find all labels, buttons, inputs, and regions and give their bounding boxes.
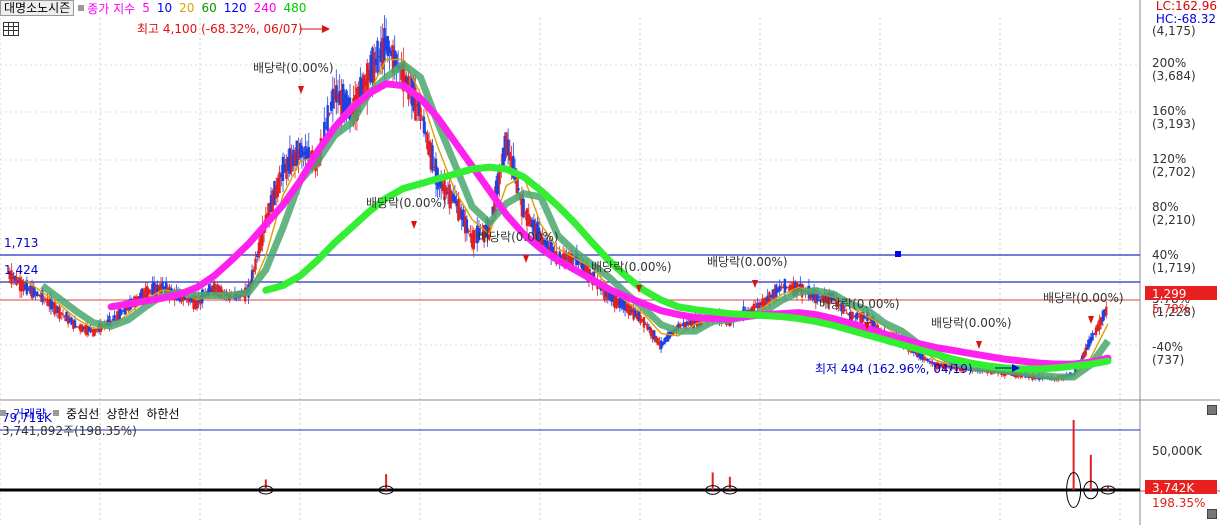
candle-body — [778, 285, 781, 292]
axis-price-label: (2,210) — [1152, 213, 1196, 227]
axis-pct-label: 40% — [1152, 248, 1179, 262]
candle-body — [845, 312, 848, 314]
candle-body — [472, 230, 475, 250]
high-annotation: 최고 4,100 (-68.32%, 06/07) — [137, 22, 303, 36]
candle-body — [60, 312, 63, 314]
hc-label: HC:-68.32 — [1155, 12, 1217, 26]
ma-period-5[interactable]: 5 — [142, 1, 150, 15]
candle-body — [422, 116, 426, 134]
ma-period-120[interactable]: 120 — [224, 1, 247, 15]
candle-body — [498, 171, 501, 185]
lc-hc-box: LC:162.96 HC:-68.32 — [1156, 0, 1217, 26]
axis-pct-label: 160% — [1152, 104, 1186, 118]
ma-period-60[interactable]: 60 — [201, 1, 216, 15]
moving-average-lines — [24, 58, 1112, 381]
legend-square-icon — [53, 410, 60, 416]
chart-toolbar: 대명소노시즌 종가 지수 5 10 20 60 120 240 480 — [0, 0, 313, 16]
upper-line-label[interactable]: 상한선 — [106, 405, 139, 422]
dividend-label: 배당락(0.00%) — [707, 255, 788, 269]
candle-body — [326, 105, 329, 132]
candle-body — [517, 188, 520, 191]
annotations: 1,713 1,424 최고 4,100 (-68.32%, 06/07) 최저 49… — [2, 22, 1124, 438]
ma-period-240[interactable]: 240 — [254, 1, 277, 15]
candle-body — [120, 310, 123, 315]
grid-icon[interactable] — [3, 22, 19, 36]
dividend-label: 배당락(0.00%) — [478, 230, 559, 244]
axis-price-label: (1,719) — [1152, 261, 1196, 275]
candle-body — [419, 107, 422, 121]
high-arrowhead — [322, 25, 330, 33]
axis-price-label: (4,175) — [1152, 24, 1196, 38]
dividend-marker — [523, 255, 529, 263]
candle-body — [522, 198, 525, 218]
axis-pct-label: 120% — [1152, 152, 1186, 166]
axis-price-label: (3,193) — [1152, 117, 1196, 131]
candle-body — [254, 258, 257, 270]
volume-header: 거래량 중심선 상한선 하한선 — [0, 405, 187, 422]
dividend-label: 배당락(0.00%) — [253, 61, 334, 75]
axis-pct-label: 80% — [1152, 200, 1179, 214]
dividend-label: 배당락(0.00%) — [1043, 291, 1124, 305]
dividend-marker — [411, 221, 417, 229]
axis-pct-label: 200% — [1152, 56, 1186, 70]
candle-body — [926, 358, 929, 362]
volume-label[interactable]: 거래량 — [13, 405, 46, 422]
price-axis: (4,175) 200%(3,684) 160%(3,193) 120%(2,702)… — [1145, 24, 1217, 510]
low-annotation: 최저 494 (162.96%, 04/19) — [815, 362, 973, 376]
legend-square-icon — [78, 4, 85, 11]
candle-body — [783, 278, 787, 294]
candle-body — [42, 298, 46, 300]
ma-period-20[interactable]: 20 — [179, 1, 194, 15]
ma-period-list: 5 10 20 60 120 240 480 — [142, 1, 313, 15]
left-label-lower: 1,424 — [4, 263, 38, 277]
stock-name-button[interactable]: 대명소노시즌 — [0, 0, 75, 16]
ma-period-480[interactable]: 480 — [284, 1, 307, 15]
candle-body — [109, 320, 113, 323]
volume-resize-icon[interactable] — [1207, 509, 1217, 519]
dividend-marker — [752, 280, 758, 288]
indicator-label[interactable]: 종가 지수 — [87, 0, 135, 17]
volume-bars — [0, 420, 1220, 508]
legend-square-icon — [0, 410, 6, 416]
volume-detail: 3,741,892주(198.35%) — [2, 424, 137, 438]
candle-body — [113, 315, 116, 321]
dividend-label: 배당락(0.00%) — [366, 196, 447, 210]
left-label-upper: 1,713 — [4, 236, 38, 250]
dividend-marker — [1088, 316, 1094, 324]
axis-price-label: (737) — [1152, 353, 1184, 367]
current-price-pct: 5.78% — [1152, 302, 1190, 316]
candle-body — [642, 317, 646, 328]
stock-chart[interactable]: (4,175) 200%(3,684) 160%(3,193) 120%(2,702)… — [0, 0, 1220, 525]
dividend-marker — [298, 86, 304, 94]
current-volume-pct: 198.35% — [1152, 496, 1205, 510]
volume-axis-label: 50,000K — [1152, 444, 1203, 458]
candle-body — [328, 113, 331, 115]
lower-line-label[interactable]: 하한선 — [146, 405, 179, 422]
dividend-label: 배당락(0.00%) — [591, 260, 672, 274]
dividend-label: 배당락(0.00%) — [819, 297, 900, 311]
axis-price-label: (2,702) — [1152, 165, 1196, 179]
ma-period-10[interactable]: 10 — [157, 1, 172, 15]
candle-body — [372, 52, 376, 85]
candle-body — [61, 314, 65, 316]
candle-body — [855, 312, 859, 320]
candle-body — [445, 187, 448, 195]
dividend-label: 배당락(0.00%) — [931, 316, 1012, 330]
line-handle — [895, 251, 901, 257]
center-line-label[interactable]: 중심선 — [66, 405, 99, 422]
current-price-value: 1,299 — [1152, 287, 1186, 301]
candle-body — [1105, 306, 1108, 316]
axis-pct-label: -40% — [1152, 340, 1183, 354]
current-volume-value: 3,742K — [1152, 481, 1195, 495]
axis-price-label: (3,684) — [1152, 69, 1196, 83]
candle-body — [467, 230, 470, 233]
volume-close-icon[interactable] — [1207, 405, 1217, 415]
